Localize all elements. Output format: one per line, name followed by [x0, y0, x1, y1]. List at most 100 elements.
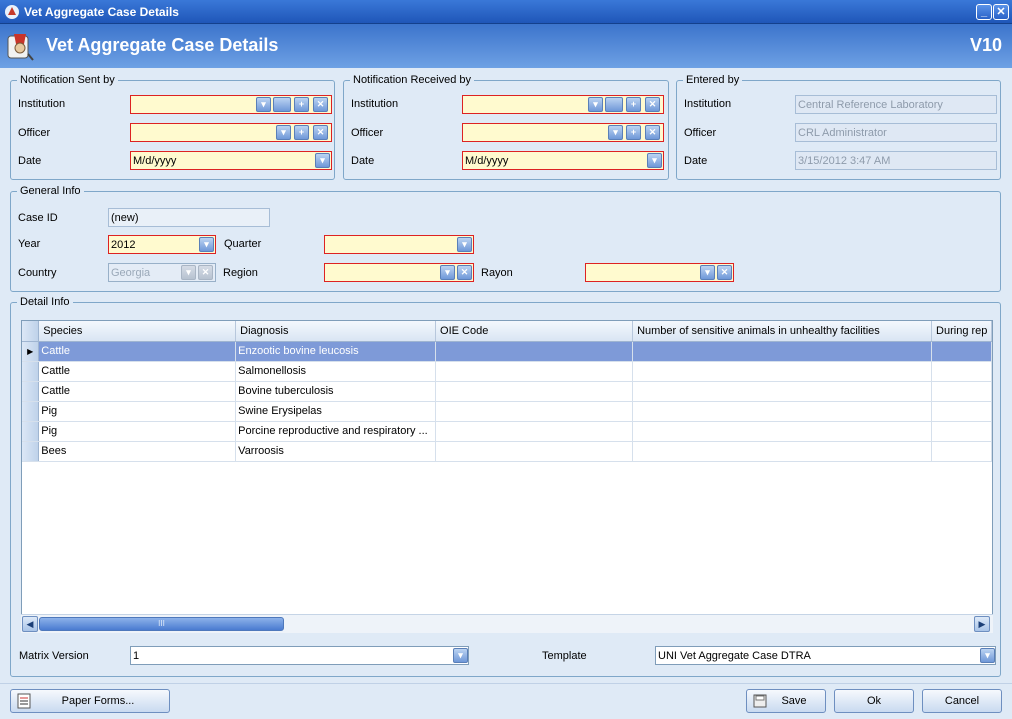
country-combo[interactable]: Georgia ▾ ✕	[108, 263, 216, 282]
clear-icon[interactable]: ✕	[645, 97, 660, 112]
cell-during-report[interactable]	[931, 381, 992, 402]
add-icon[interactable]: +	[626, 125, 641, 140]
minimize-button[interactable]: _	[976, 4, 992, 20]
country-label: Country	[18, 267, 57, 279]
dropdown-icon[interactable]: ▾	[453, 648, 468, 663]
cell-sensitive-animals[interactable]	[632, 441, 933, 462]
received-officer-combo[interactable]: ▾ + ✕	[462, 123, 664, 142]
cell-diagnosis[interactable]: Swine Erysipelas	[235, 401, 437, 422]
column-header-sensitive-animals[interactable]: Number of sensitive animals in unhealthy…	[632, 321, 933, 342]
dropdown-icon[interactable]: ▾	[457, 237, 472, 252]
cell-during-report[interactable]	[931, 401, 992, 422]
cell-species[interactable]: Cattle	[38, 341, 237, 362]
paper-forms-label: Paper Forms...	[61, 695, 135, 707]
close-button[interactable]: ✕	[993, 4, 1009, 20]
cancel-button[interactable]: Cancel	[922, 689, 1002, 713]
clear-icon[interactable]: ✕	[313, 97, 328, 112]
entered-institution-value: Central Reference Laboratory	[798, 99, 943, 111]
cell-sensitive-animals[interactable]	[632, 421, 933, 442]
cell-oie-code[interactable]	[435, 361, 634, 382]
cell-sensitive-animals[interactable]	[632, 361, 933, 382]
dropdown-icon[interactable]: ▾	[256, 97, 271, 112]
cell-diagnosis[interactable]: Enzootic bovine leucosis	[235, 341, 437, 362]
cell-diagnosis[interactable]: Bovine tuberculosis	[235, 381, 437, 402]
scroll-thumb[interactable]: III	[39, 617, 284, 631]
table-row[interactable]: Pig Swine Erysipelas	[22, 401, 992, 422]
dropdown-icon[interactable]: ▾	[199, 237, 214, 252]
cell-diagnosis[interactable]: Salmonellosis	[235, 361, 437, 382]
dropdown-icon[interactable]: ▾	[315, 153, 330, 168]
cell-sensitive-animals[interactable]	[632, 381, 933, 402]
clear-icon[interactable]: ✕	[645, 125, 660, 140]
table-row[interactable]: Cattle Bovine tuberculosis	[22, 381, 992, 402]
browse-icon[interactable]	[605, 97, 623, 112]
dropdown-icon[interactable]: ▾	[276, 125, 291, 140]
dropdown-icon[interactable]: ▾	[647, 153, 662, 168]
browse-icon[interactable]	[273, 97, 291, 112]
column-header-oie-code[interactable]: OIE Code	[435, 321, 634, 342]
general-info-legend: General Info	[17, 185, 84, 197]
cell-sensitive-animals[interactable]	[632, 341, 933, 362]
dropdown-icon[interactable]: ▾	[181, 265, 196, 280]
dropdown-icon[interactable]: ▾	[588, 97, 603, 112]
matrix-version-combo[interactable]: 1 ▾	[130, 646, 469, 665]
clear-icon[interactable]: ✕	[457, 265, 472, 280]
ok-button[interactable]: Ok	[834, 689, 914, 713]
received-institution-combo[interactable]: ▾ + ✕	[462, 95, 664, 114]
cell-sensitive-animals[interactable]	[632, 401, 933, 422]
cell-species[interactable]: Pig	[38, 421, 237, 442]
clear-icon[interactable]: ✕	[198, 265, 213, 280]
year-combo[interactable]: 2012 ▾	[108, 235, 216, 254]
quarter-combo[interactable]: ▾	[324, 235, 474, 254]
sent-institution-combo[interactable]: ▾ + ✕	[130, 95, 332, 114]
add-icon[interactable]: +	[626, 97, 641, 112]
paper-forms-button[interactable]: Paper Forms...	[10, 689, 170, 713]
dropdown-icon[interactable]: ▾	[700, 265, 715, 280]
cell-oie-code[interactable]	[435, 441, 634, 462]
scroll-right-icon[interactable]: ▶	[974, 616, 990, 632]
clear-icon[interactable]: ✕	[313, 125, 328, 140]
detail-grid[interactable]: Species Diagnosis OIE Code Number of sen…	[21, 320, 993, 633]
cell-during-report[interactable]	[931, 341, 992, 362]
template-combo[interactable]: UNI Vet Aggregate Case DTRA ▾	[655, 646, 996, 665]
cell-during-report[interactable]	[931, 441, 992, 462]
cell-oie-code[interactable]	[435, 401, 634, 422]
cell-species[interactable]: Bees	[38, 441, 237, 462]
cell-during-report[interactable]	[931, 421, 992, 442]
grid-horizontal-scrollbar[interactable]: ◀ III ▶	[21, 614, 993, 633]
scroll-left-icon[interactable]: ◀	[22, 616, 38, 632]
table-row[interactable]: Bees Varroosis	[22, 441, 992, 462]
quarter-label: Quarter	[224, 238, 262, 250]
row-indicator	[22, 381, 40, 402]
add-icon[interactable]: +	[294, 125, 309, 140]
dropdown-icon[interactable]: ▾	[440, 265, 455, 280]
cell-diagnosis[interactable]: Varroosis	[235, 441, 437, 462]
cell-species[interactable]: Cattle	[38, 361, 237, 382]
column-header-diagnosis[interactable]: Diagnosis	[235, 321, 437, 342]
table-row[interactable]: ▶ Cattle Enzootic bovine leucosis	[22, 341, 992, 362]
dropdown-icon[interactable]: ▾	[980, 648, 995, 663]
received-date-picker[interactable]: M/d/yyyy ▾	[462, 151, 664, 170]
region-combo[interactable]: ▾ ✕	[324, 263, 474, 282]
column-header-during-report[interactable]: During rep	[931, 321, 992, 342]
cell-species[interactable]: Pig	[38, 401, 237, 422]
cell-oie-code[interactable]	[435, 381, 634, 402]
dropdown-icon[interactable]: ▾	[608, 125, 623, 140]
column-header-species[interactable]: Species	[38, 321, 237, 342]
cell-species[interactable]: Cattle	[38, 381, 237, 402]
rayon-combo[interactable]: ▾ ✕	[585, 263, 734, 282]
table-row[interactable]: Cattle Salmonellosis	[22, 361, 992, 382]
sent-officer-combo[interactable]: ▾ + ✕	[130, 123, 332, 142]
table-row[interactable]: Pig Porcine reproductive and respiratory…	[22, 421, 992, 442]
cell-during-report[interactable]	[931, 361, 992, 382]
entered-officer-value: CRL Administrator	[798, 127, 887, 139]
clear-icon[interactable]: ✕	[717, 265, 732, 280]
cell-diagnosis[interactable]: Porcine reproductive and respiratory ...	[235, 421, 437, 442]
cell-oie-code[interactable]	[435, 421, 634, 442]
cell-oie-code[interactable]	[435, 341, 634, 362]
save-button[interactable]: Save	[746, 689, 826, 713]
window-titlebar: Vet Aggregate Case Details _ ✕	[0, 0, 1012, 24]
row-pointer-icon: ▶	[22, 341, 40, 362]
sent-date-picker[interactable]: M/d/yyyy ▾	[130, 151, 332, 170]
add-icon[interactable]: +	[294, 97, 309, 112]
